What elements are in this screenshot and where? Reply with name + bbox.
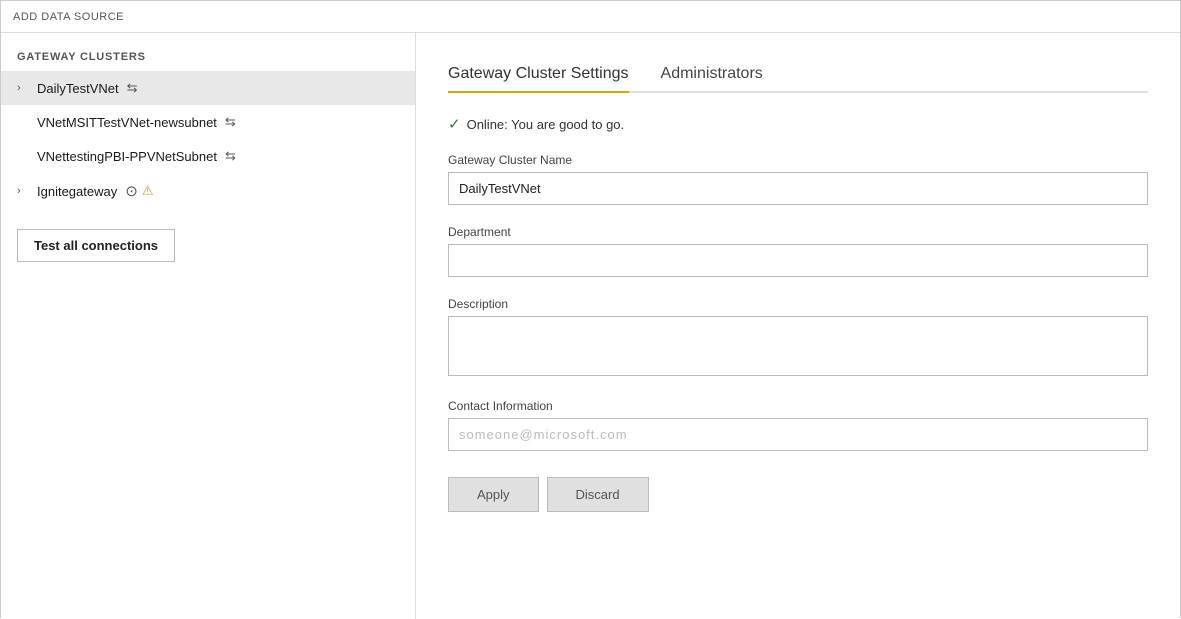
cluster-name-label: Gateway Cluster Name	[448, 153, 1148, 167]
sidebar-item-ignitegateway[interactable]: › Ignitegateway ⊙ ⚠	[1, 173, 415, 209]
tab-gateway-cluster-settings[interactable]: Gateway Cluster Settings	[448, 57, 629, 91]
sync-icon-vnetmsit: ⇆	[225, 114, 236, 130]
discard-button[interactable]: Discard	[547, 477, 649, 512]
right-panel: Gateway Cluster Settings Administrators …	[416, 33, 1180, 619]
page-title: ADD DATA SOURCE	[13, 11, 124, 23]
cluster-name-vnettesting: VNettestingPBI-PPVNetSubnet	[37, 149, 217, 164]
tab-administrators[interactable]: Administrators	[661, 57, 763, 91]
chevron-right-icon-ignite: ›	[17, 185, 33, 197]
department-input[interactable]	[448, 244, 1148, 277]
department-label: Department	[448, 225, 1148, 239]
main-layout: GATEWAY CLUSTERS › DailyTestVNet ⇆ VNetM…	[1, 33, 1180, 619]
sync-icon-dailytestvnet: ⇆	[127, 80, 138, 96]
top-bar: ADD DATA SOURCE	[1, 1, 1180, 33]
contact-input[interactable]	[448, 418, 1148, 451]
sidebar-item-vnetmsit[interactable]: VNetMSITTestVNet-newsubnet ⇆	[1, 105, 415, 139]
warning-icon-ignitegateway: ⚠	[142, 183, 154, 199]
cluster-name-input[interactable]	[448, 172, 1148, 205]
description-group: Description	[448, 297, 1148, 395]
status-text: Online: You are good to go.	[467, 117, 625, 132]
sidebar-item-dailytestvnet[interactable]: › DailyTestVNet ⇆	[1, 71, 415, 105]
contact-group: Contact Information	[448, 399, 1148, 467]
test-all-connections-button[interactable]: Test all connections	[17, 229, 175, 262]
chevron-right-icon: ›	[17, 82, 33, 94]
description-input[interactable]	[448, 316, 1148, 376]
status-line: ✓ Online: You are good to go.	[448, 115, 1148, 133]
sync-icon-vnettesting: ⇆	[225, 148, 236, 164]
status-check-icon: ✓	[448, 115, 461, 133]
contact-label: Contact Information	[448, 399, 1148, 413]
cluster-name-ignitegateway: Ignitegateway	[37, 184, 117, 199]
test-all-connections-wrap: Test all connections	[1, 209, 415, 282]
cloud-icon-ignitegateway: ⊙	[125, 182, 138, 200]
sidebar: GATEWAY CLUSTERS › DailyTestVNet ⇆ VNetM…	[1, 33, 416, 619]
sidebar-item-vnettesting[interactable]: VNettestingPBI-PPVNetSubnet ⇆	[1, 139, 415, 173]
cluster-name-vnetmsit: VNetMSITTestVNet-newsubnet	[37, 115, 217, 130]
tab-bar: Gateway Cluster Settings Administrators	[448, 57, 1148, 93]
description-label: Description	[448, 297, 1148, 311]
department-group: Department	[448, 225, 1148, 293]
action-bar: Apply Discard	[448, 477, 1148, 512]
cluster-name-dailytestvnet: DailyTestVNet	[37, 81, 119, 96]
sidebar-section-title: GATEWAY CLUSTERS	[1, 51, 415, 71]
apply-button[interactable]: Apply	[448, 477, 539, 512]
cluster-name-group: Gateway Cluster Name	[448, 153, 1148, 221]
